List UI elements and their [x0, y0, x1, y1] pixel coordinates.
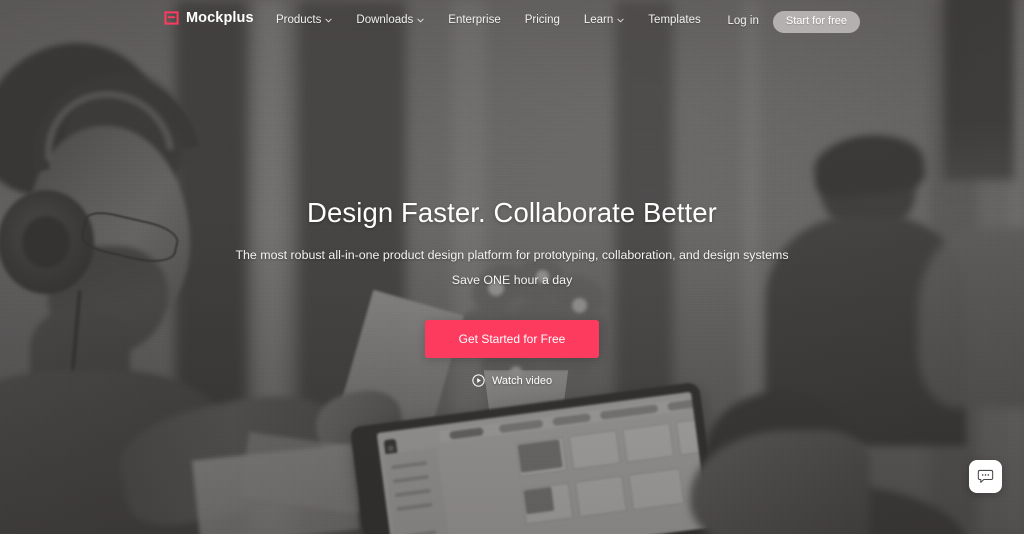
chevron-down-icon — [617, 18, 624, 23]
nav-label: Pricing — [524, 14, 560, 26]
auth-actions: Log in Start for free — [728, 11, 860, 33]
nav-label: Learn — [583, 14, 614, 26]
nav-item-pricing[interactable]: Pricing — [524, 14, 560, 27]
chat-widget-button[interactable] — [969, 460, 1002, 493]
hero-subtitle: The most robust all-in-one product desig… — [235, 248, 789, 262]
brand-name: Mockplus — [186, 10, 254, 26]
hero-section: Design Faster. Collaborate Better The mo… — [0, 196, 1024, 392]
nav-item-learn[interactable]: Learn — [583, 14, 624, 27]
nav-label: Downloads — [356, 14, 414, 26]
watch-video-link[interactable]: Watch video — [472, 374, 552, 387]
watch-video-label: Watch video — [491, 374, 553, 387]
nav-item-enterprise[interactable]: Enterprise — [448, 14, 501, 27]
chevron-down-icon — [417, 18, 424, 23]
nav-label: Templates — [648, 14, 701, 26]
chevron-down-icon — [325, 18, 332, 23]
nav-item-templates[interactable]: Templates — [648, 14, 701, 27]
site-header: Mockplus Products Downloads Enterprise P… — [0, 0, 1024, 42]
login-link[interactable]: Log in — [728, 16, 759, 28]
chat-bubble-icon — [977, 469, 994, 483]
hero-headline: Design Faster. Collaborate Better — [307, 197, 717, 228]
get-started-button[interactable]: Get Started for Free — [424, 320, 600, 359]
brand-logo[interactable]: Mockplus — [164, 11, 254, 26]
nav-item-products[interactable]: Products — [276, 14, 332, 27]
hero-subtitle-secondary: Save ONE hour a day — [451, 272, 573, 287]
mockplus-logo-icon — [164, 11, 179, 25]
nav-item-downloads[interactable]: Downloads — [356, 14, 424, 27]
play-circle-icon — [472, 374, 485, 387]
nav-label: Products — [276, 14, 322, 26]
hero-cta-group: Get Started for Free Watch video — [0, 320, 1024, 392]
landing-page: Mockplus Products Downloads Enterprise P… — [0, 0, 1024, 534]
nav-label: Enterprise — [448, 14, 501, 26]
start-for-free-button[interactable]: Start for free — [772, 11, 860, 33]
main-navigation: Products Downloads Enterprise Pricing Le… — [276, 14, 701, 27]
